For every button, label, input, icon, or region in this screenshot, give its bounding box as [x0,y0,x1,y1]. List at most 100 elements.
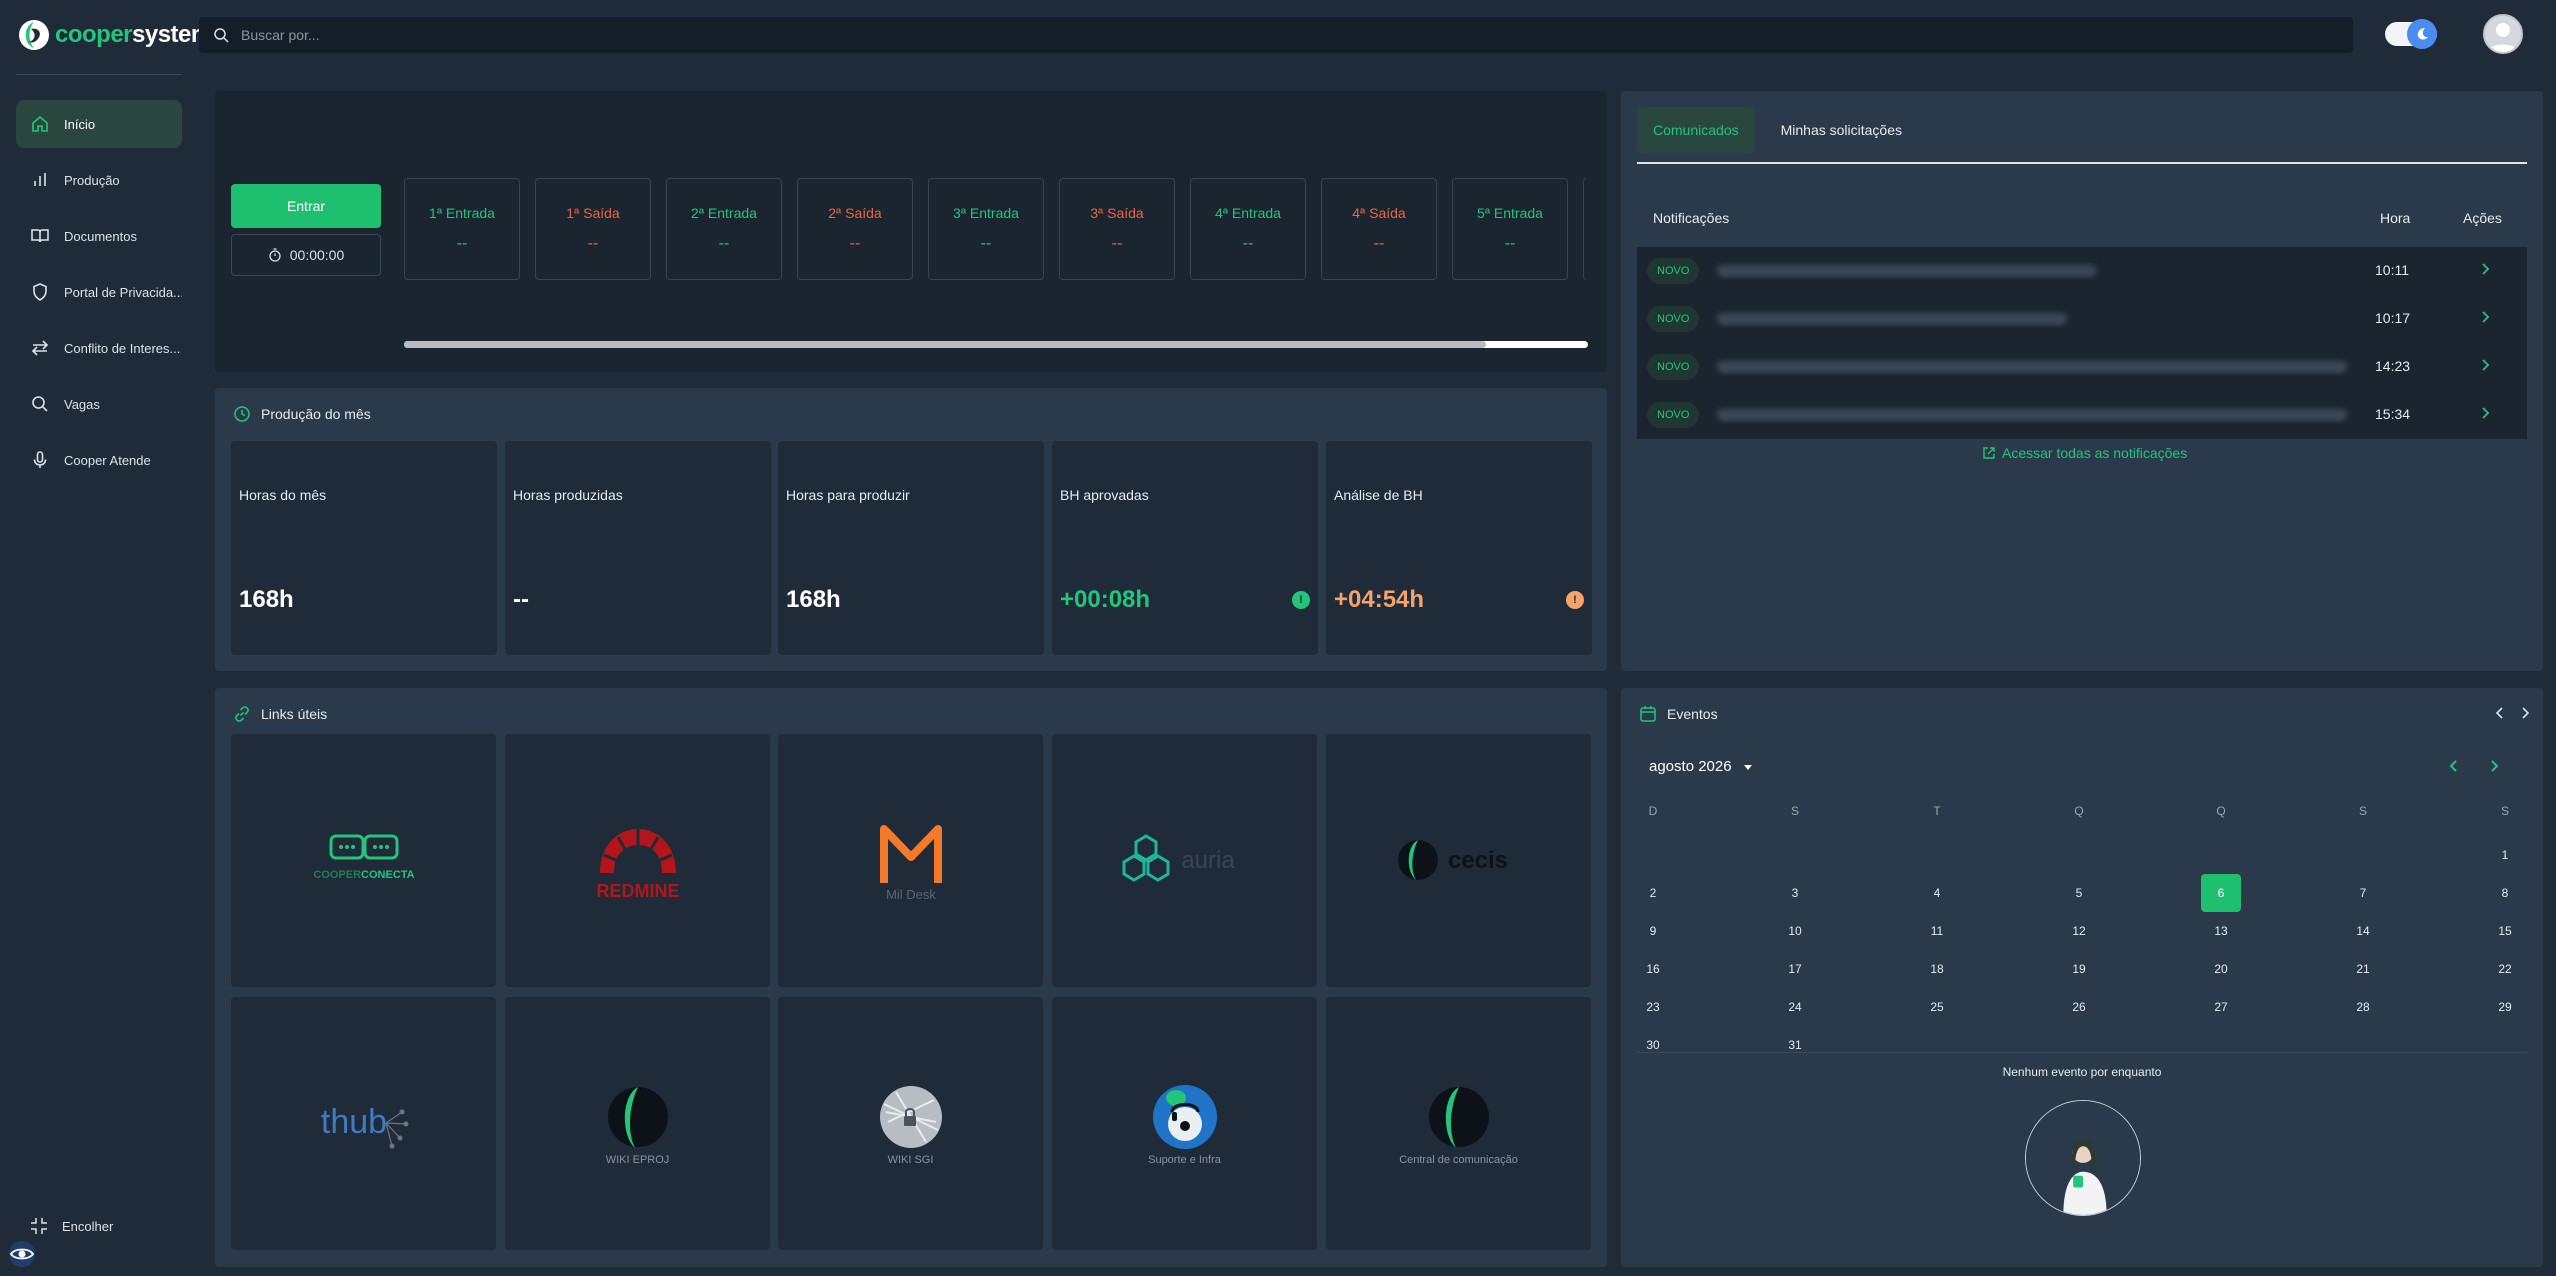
calendar-day[interactable]: 9 [1633,912,1673,950]
support-logo-icon [1152,1084,1217,1149]
calendar-day[interactable]: 30 [1633,1026,1673,1064]
search-input[interactable] [241,27,2141,43]
slot-value: -- [1242,235,1254,252]
empty-events-illustration [2025,1100,2141,1216]
search-bar[interactable] [199,17,2353,53]
logo[interactable]: coopersystem [17,18,212,52]
info-icon[interactable]: ! [1292,591,1310,609]
notification-row[interactable]: NOVO 10:17 [1637,295,2527,343]
sidebar: coopersystem Início Produção Documentos … [0,0,212,1276]
sidebar-item-producao[interactable]: Produção [16,156,182,204]
calendar-day[interactable]: 31 [1775,1026,1815,1064]
link-tile-cooperconecta[interactable]: COOPERCONECTA [231,734,496,987]
slot-label: 2ª Entrada [691,205,757,221]
notification-row[interactable]: NOVO 14:23 [1637,343,2527,391]
collapse-button[interactable]: Encolher [30,1217,113,1235]
notification-row[interactable]: NOVO 10:11 [1637,247,2527,295]
calendar-day[interactable]: 19 [2059,950,2099,988]
calendar-day[interactable]: 29 [2485,988,2525,1026]
calendar-day[interactable]: 10 [1775,912,1815,950]
link-tile-redmine[interactable]: REDMINE [505,734,770,987]
chevron-right-icon[interactable] [2475,355,2495,375]
link-tile-cecis[interactable]: cecis [1326,734,1591,987]
calendar-day[interactable]: 12 [2059,912,2099,950]
timer-value: 00:00:00 [289,247,345,263]
calendar-day[interactable]: 23 [1633,988,1673,1026]
calendar-day[interactable]: 13 [2201,912,2241,950]
notification-text-redacted [1717,361,2347,373]
slot-label: 3ª Saída [1090,205,1144,221]
new-badge: NOVO [1647,402,1700,428]
sidebar-item-vagas[interactable]: Vagas [16,380,182,428]
sidebar-item-privacidade[interactable]: Portal de Privacida... [16,268,182,316]
link-tile-thub[interactable]: thub [231,997,496,1250]
calendar-day[interactable]: 22 [2485,950,2525,988]
slot-value: -- [587,235,599,252]
month-selector[interactable]: agosto 2026 [1649,758,1754,775]
user-avatar[interactable] [2483,14,2523,54]
calendar-day[interactable]: 20 [2201,950,2241,988]
slot-value: -- [1504,235,1516,252]
sidebar-item-conflito[interactable]: Conflito de Interes... [16,324,182,372]
calendar-day[interactable]: 3 [1775,874,1815,912]
chevron-right-icon[interactable] [2475,403,2495,423]
calendar-day[interactable]: 21 [2343,950,2383,988]
link-tile-wiki-sgi[interactable]: WIKI SGI [778,997,1043,1250]
calendar-day-today[interactable]: 6 [2201,874,2241,912]
link-tile-wiki-eproj[interactable]: WIKI EPROJ [505,997,770,1250]
sidebar-item-inicio[interactable]: Início [16,100,182,148]
calendar-day[interactable]: 26 [2059,988,2099,1026]
arrows-swap-icon [30,338,50,358]
calendar-day[interactable]: 7 [2343,874,2383,912]
calendar-day[interactable]: 28 [2343,988,2383,1026]
calendar-day[interactable]: 25 [1917,988,1957,1026]
calendar-day[interactable]: 2 [1633,874,1673,912]
calendar-day[interactable]: 1 [2485,836,2525,874]
chevron-right-icon[interactable] [2475,259,2495,279]
enter-button[interactable]: Entrar [231,184,381,228]
notification-text-redacted [1717,313,2067,325]
punch-slot: 3ª Saída -- [1059,178,1175,280]
all-notifications-link[interactable]: Acessar todas as notificações [1982,445,2187,461]
calendar-day[interactable]: 14 [2343,912,2383,950]
slot-label: 4ª Entrada [1215,205,1281,221]
link-tile-suporte-infra[interactable]: Suporte e Infra [1052,997,1317,1250]
chevron-left-icon[interactable] [2492,705,2508,721]
punch-slot: 2ª Entrada -- [666,178,782,280]
month-next-icon[interactable] [2485,757,2503,775]
link-tile-mil-desk[interactable]: Mil Desk [778,734,1043,987]
calendar-day[interactable]: 24 [1775,988,1815,1026]
calendar-day[interactable]: 11 [1917,912,1957,950]
horizontal-scrollbar[interactable] [404,341,1588,348]
punch-slot: 4ª Saída -- [1321,178,1437,280]
calendar-day[interactable]: 18 [1917,950,1957,988]
notification-row[interactable]: NOVO 15:34 [1637,391,2527,439]
calendar-day[interactable]: 4 [1917,874,1957,912]
calendar-day[interactable]: 17 [1775,950,1815,988]
svg-text:COOPERCONECTA: COOPERCONECTA [313,869,414,881]
calendar-day[interactable]: 8 [2485,874,2525,912]
events-title: Eventos [1639,705,1718,723]
chevron-right-icon[interactable] [2517,705,2533,721]
calendar-day[interactable]: 27 [2201,988,2241,1026]
link-tile-central-comunicacao[interactable]: Central de comunicação [1326,997,1591,1250]
sidebar-item-cooper-atende[interactable]: Cooper Atende [16,436,182,484]
calendar-day[interactable]: 16 [1633,950,1673,988]
chevron-right-icon[interactable] [2475,307,2495,327]
calendar-day[interactable]: 15 [2485,912,2525,950]
tab-minhas-solicitacoes[interactable]: Minhas solicitações [1765,107,1918,153]
sidebar-item-documentos[interactable]: Documentos [16,212,182,260]
info-icon[interactable]: ! [1566,591,1584,609]
slot-value: -- [1111,235,1123,252]
link-tile-auria[interactable]: auria [1052,734,1317,987]
theme-toggle[interactable] [2385,19,2437,49]
calendar-day[interactable]: 5 [2059,874,2099,912]
accessibility-eye-icon[interactable] [8,1240,36,1268]
tab-comunicados[interactable]: Comunicados [1637,107,1755,153]
month-prev-icon[interactable] [2445,757,2463,775]
production-panel: Produção do mês Horas do mês 168h Horas … [215,388,1607,671]
notification-time: 15:34 [2375,406,2411,422]
home-icon [30,114,50,134]
scrollbar-thumb[interactable] [404,341,1486,348]
header-actions: Ações [2463,210,2502,226]
